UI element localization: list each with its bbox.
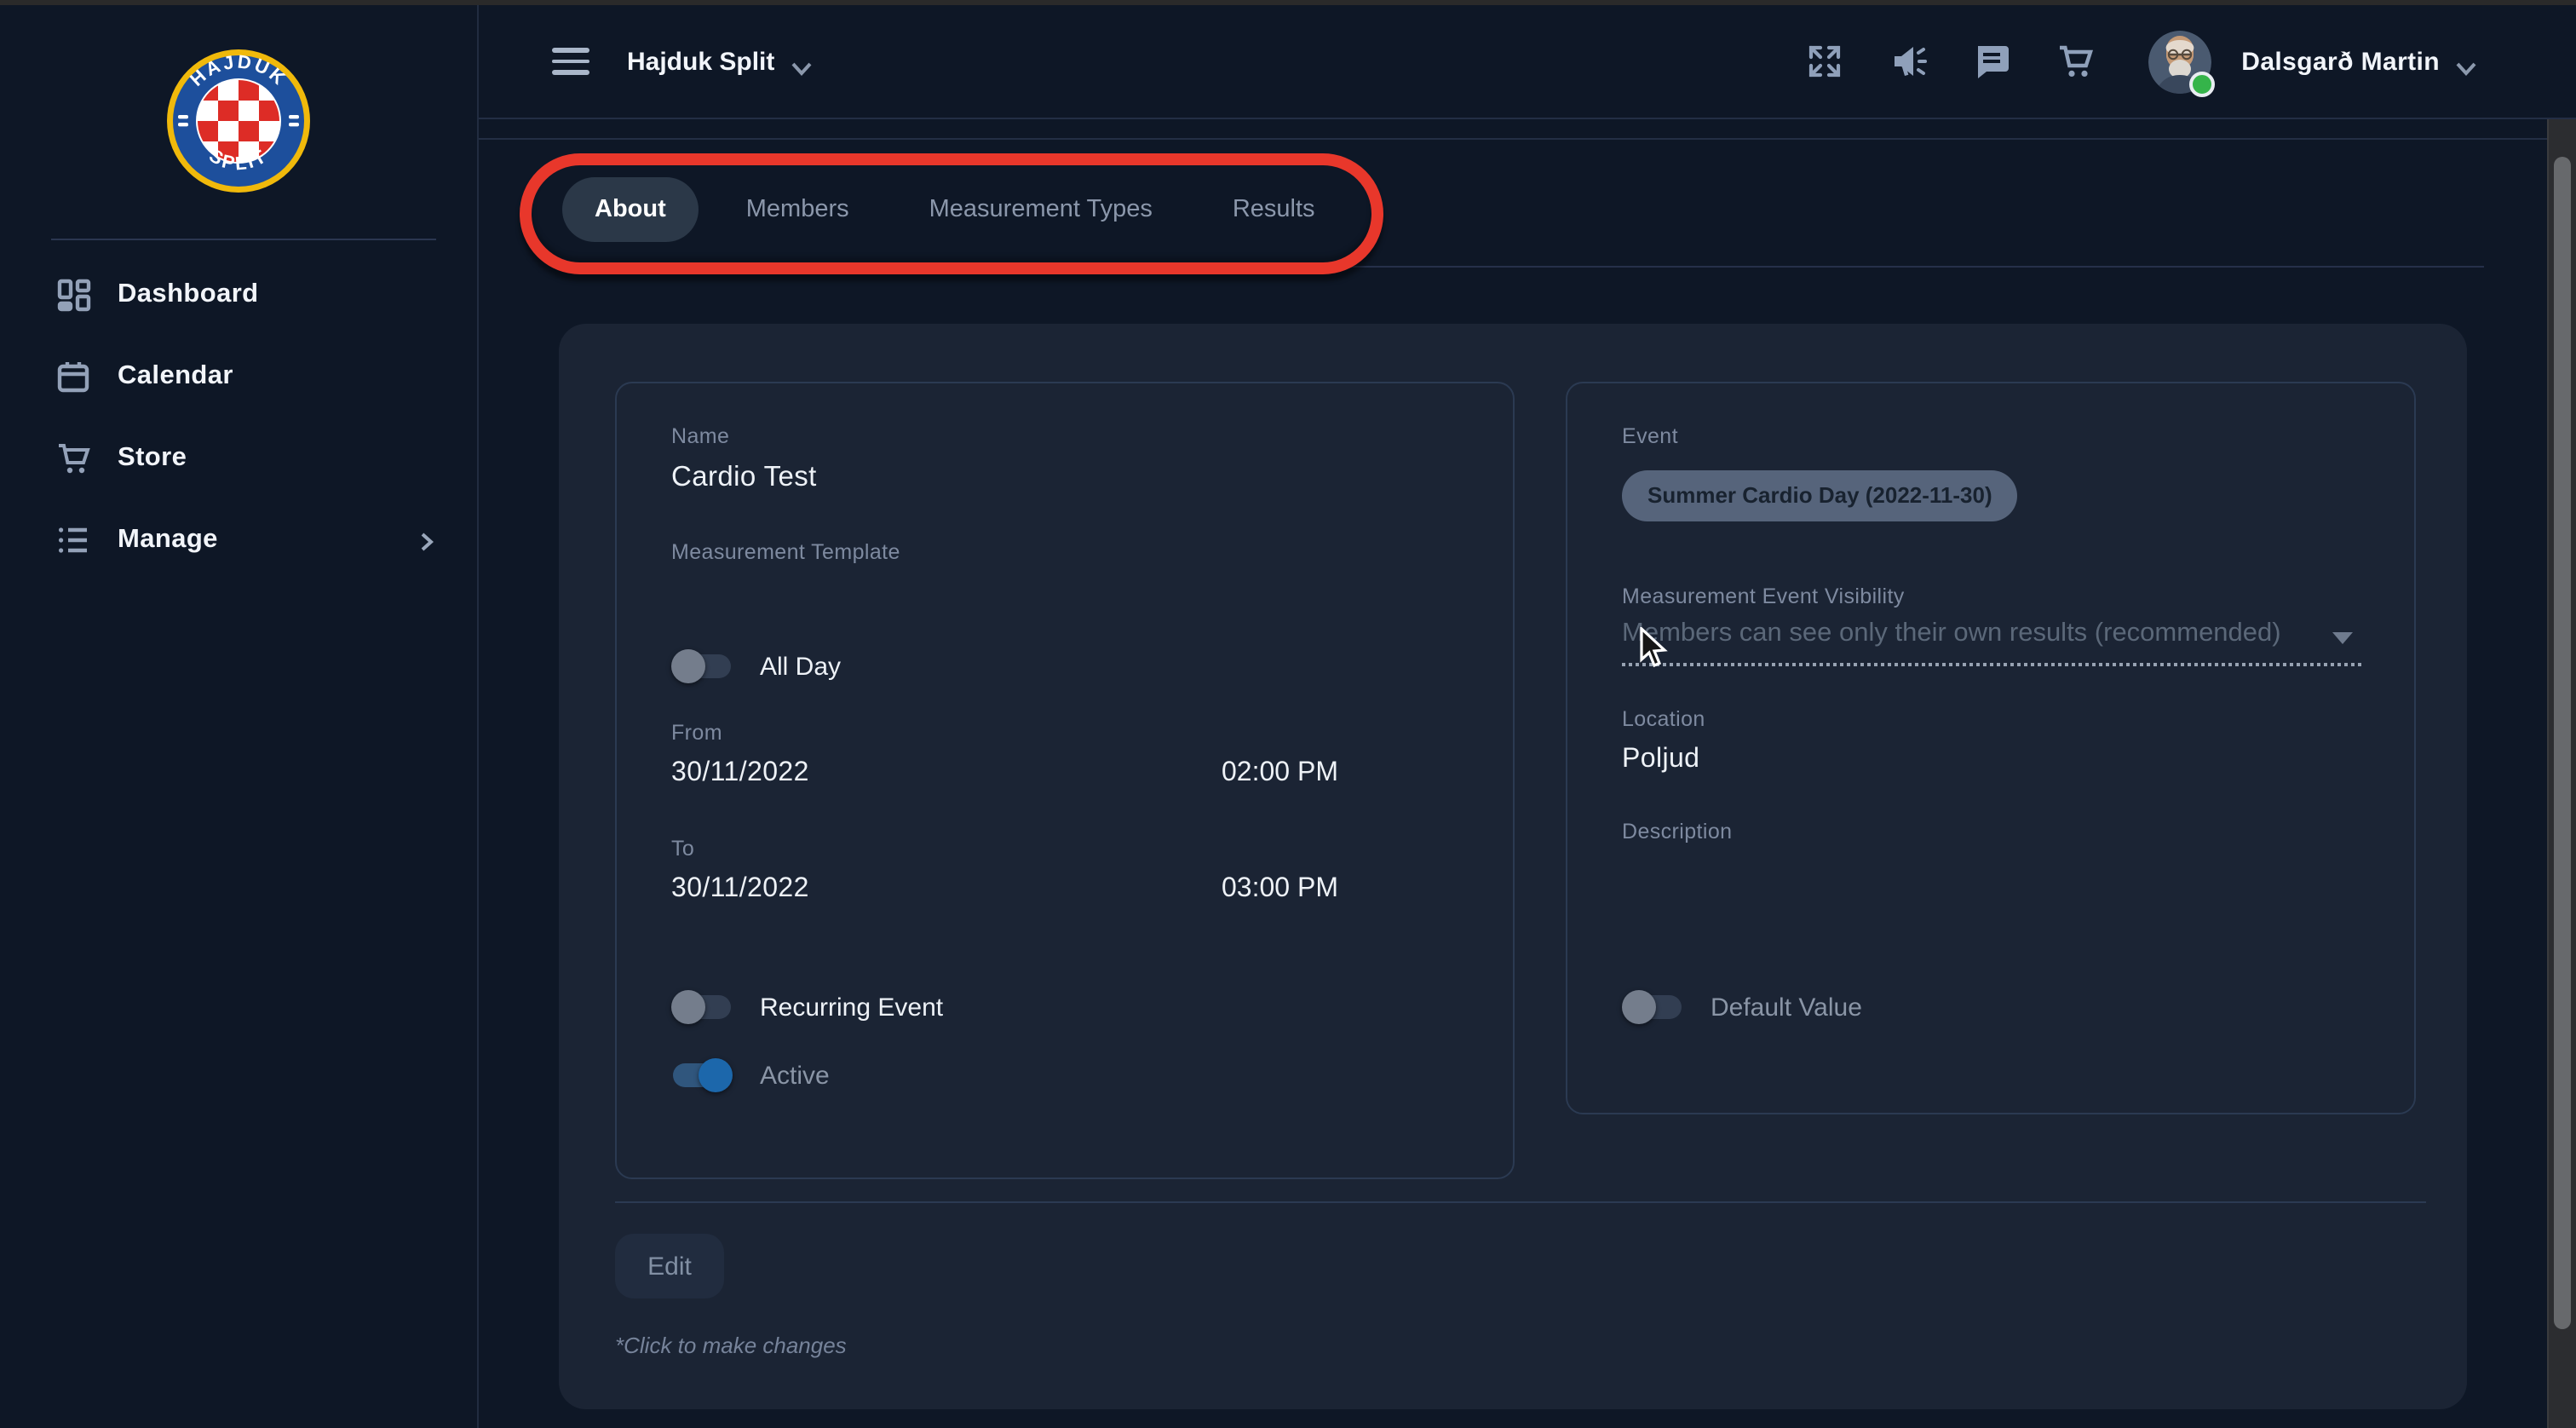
default-value-row: Default Value [1622,990,1862,1024]
list-icon [55,521,92,559]
tab-measurement-types[interactable]: Measurement Types [897,177,1185,242]
about-panel: Name Cardio Test Measurement Template Al… [559,324,2467,1409]
tab-bar: About Members Measurement Types Results [562,176,1348,244]
from-date: 30/11/2022 [671,758,809,789]
chevron-right-icon [416,530,436,550]
sidebar-item-calendar[interactable]: Calendar [0,336,477,417]
name-label: Name [671,424,729,448]
scrollbar-track[interactable] [2547,119,2576,1428]
default-value-label: Default Value [1711,993,1862,1022]
chevron-down-icon [790,54,812,69]
edit-footnote: *Click to make changes [615,1333,847,1358]
visibility-label: Measurement Event Visibility [1622,584,1905,608]
active-label: Active [760,1061,830,1090]
location-label: Location [1622,707,1705,731]
main-area: Hajduk Split [479,5,2576,1428]
user-name: Dalsgarð Martin [2241,47,2440,76]
panel-divider [615,1201,2426,1203]
event-label: Event [1622,424,1678,448]
chat-icon[interactable] [1970,41,2011,82]
club-selector[interactable]: Hajduk Split [627,47,812,76]
calendar-icon [55,358,92,395]
tab-about[interactable]: About [562,177,699,242]
recurring-event-row: Recurring Event [671,990,943,1024]
all-day-label: All Day [760,652,841,681]
event-chip[interactable]: Summer Cardio Day (2022-11-30) [1622,470,2018,521]
recurring-event-label: Recurring Event [760,993,943,1022]
sidebar-item-label: Store [118,443,187,474]
sidebar-item-dashboard[interactable]: Dashboard [0,254,477,336]
chevron-down-icon [2455,54,2477,69]
club-logo: HAJDUK SPLIT [167,49,310,201]
to-date: 30/11/2022 [671,874,809,905]
name-value: Cardio Test [671,462,817,494]
event-meta-card: Event Summer Cardio Day (2022-11-30) Mea… [1566,382,2416,1114]
description-label: Description [1622,820,1732,844]
measurement-template-label: Measurement Template [671,540,900,564]
user-menu[interactable]: Dalsgarð Martin [2241,47,2477,76]
topbar: Hajduk Split [479,5,2576,119]
all-day-row: All Day [671,649,841,683]
all-day-toggle[interactable] [671,649,733,683]
visibility-select[interactable]: Members can see only their own results (… [1622,619,2337,649]
sidebar-divider [51,239,436,240]
location-value: Poljud [1622,745,1699,775]
visibility-select-underline [1622,663,2361,666]
active-row: Active [671,1058,830,1092]
from-time: 02:00 PM [1222,758,1338,789]
to-time: 03:00 PM [1222,874,1338,905]
dashboard-icon [55,276,92,314]
recurring-event-toggle[interactable] [671,990,733,1024]
browser-top-strip [0,0,2576,5]
club-name: Hajduk Split [627,47,774,76]
avatar[interactable] [2148,30,2211,93]
tab-results[interactable]: Results [1200,177,1348,242]
edit-button[interactable]: Edit [615,1234,724,1298]
caret-down-icon [2332,632,2353,644]
cart-icon [55,440,92,477]
sidebar-item-label: Calendar [118,361,233,392]
scrollbar-thumb[interactable] [2554,157,2571,1329]
from-label: From [671,721,722,745]
sidebar-nav: Dashboard Calendar [0,254,477,581]
event-details-card: Name Cardio Test Measurement Template Al… [615,382,1515,1179]
megaphone-icon[interactable] [1887,41,1928,82]
cart-icon[interactable] [2054,41,2095,82]
to-label: To [671,837,694,861]
active-toggle[interactable] [671,1058,733,1092]
fullscreen-icon[interactable] [1803,41,1844,82]
sidebar-item-label: Manage [118,525,218,556]
sidebar-item-store[interactable]: Store [0,417,477,499]
sidebar-item-label: Dashboard [118,279,259,310]
tabs-divider [567,266,2484,268]
tab-members[interactable]: Members [714,177,882,242]
menu-toggle-button[interactable] [552,48,589,75]
online-status-dot [2188,71,2214,96]
subheader-strip [479,119,2576,140]
sidebar-item-manage[interactable]: Manage [0,499,477,581]
sidebar: HAJDUK SPLIT [0,5,479,1428]
default-value-toggle[interactable] [1622,990,1683,1024]
